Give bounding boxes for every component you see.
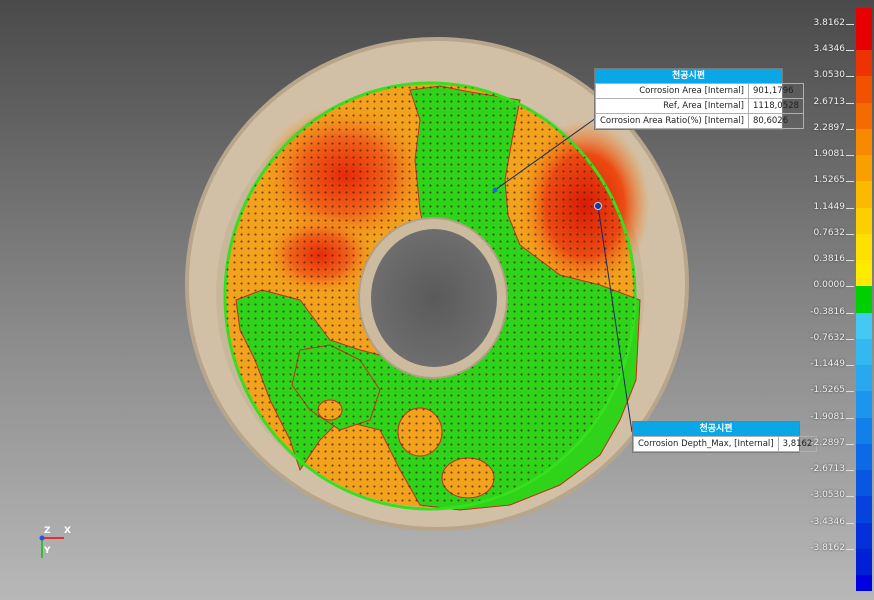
colorbar-tick-label: 3.4346 <box>813 44 846 55</box>
colorbar-segment <box>856 391 872 419</box>
colorbar-tick <box>846 207 854 209</box>
colorbar-segment <box>856 365 872 392</box>
color-scale-bar[interactable] <box>856 8 872 591</box>
colorbar-tick-label: -2.6713 <box>810 464 845 475</box>
colorbar-tick <box>846 522 854 524</box>
colorbar-tick <box>846 548 854 550</box>
colorbar-tick <box>846 312 854 314</box>
colorbar-tick <box>846 470 854 472</box>
ref-area-label: Ref, Area [Internal] <box>595 98 749 114</box>
colorbar-tick-label: -1.1449 <box>810 359 845 370</box>
colorbar-tick <box>846 338 854 340</box>
corrosion-ratio-label: Corrosion Area Ratio(%) [Internal] <box>595 113 749 129</box>
colorbar-tick <box>846 155 854 157</box>
table-row: Corrosion Area [Internal] 901,1796 <box>595 83 804 99</box>
colorbar-tick-label: 3.8162 <box>813 18 846 28</box>
z-axis-label: Z <box>44 526 51 536</box>
colorbar-segment <box>856 522 872 550</box>
colorbar-segment <box>856 470 872 497</box>
table-row: Ref, Area [Internal] 1118,0528 <box>595 98 804 114</box>
colorbar-tick-label: -0.7632 <box>810 332 845 343</box>
colorbar-segment <box>856 102 872 130</box>
corrosion-area-panel[interactable]: 천공시편 Corrosion Area [Internal] 901,1796 … <box>594 68 804 130</box>
colorbar-segment <box>856 76 872 104</box>
ref-area-value: 1118,0528 <box>747 98 804 114</box>
colorbar-segment <box>856 50 872 77</box>
colorbar-tick <box>846 365 854 367</box>
colorbar-tick-label: -2.2897 <box>810 437 845 448</box>
colorbar-tick <box>846 443 854 445</box>
x-axis-label: X <box>64 526 71 536</box>
colorbar-tick <box>846 181 854 183</box>
colorbar-tick-label: -0.3816 <box>810 306 845 317</box>
corrosion-area-table: Corrosion Area [Internal] 901,1796 Ref, … <box>595 83 804 129</box>
axis-triad: Z X Y <box>34 526 74 566</box>
colorbar-tick-label: 1.1449 <box>813 201 846 212</box>
colorbar-segment <box>856 24 872 51</box>
colorbar-segment <box>856 312 872 340</box>
colorbar-tick-label: -1.5265 <box>810 385 845 396</box>
colorbar-tick-label: 0.7632 <box>813 227 846 238</box>
colorbar-tick-label: -3.0530 <box>810 490 845 501</box>
colorbar-tick <box>846 260 854 262</box>
colorbar-tick <box>846 417 854 419</box>
colorbar-tick <box>846 102 854 104</box>
colorbar-tick <box>846 286 854 288</box>
corrosion-ratio-value: 80,6026 <box>747 113 804 129</box>
colorbar-tick-label: -3.8162 <box>810 542 845 553</box>
colorbar-segment <box>856 207 872 235</box>
colorbar-under-range <box>856 575 872 591</box>
panel-title: 천공시편 <box>595 69 782 83</box>
corrosion-depth-panel[interactable]: 천공시편 Corrosion Depth_Max, [Internal] 3,8… <box>632 421 818 453</box>
corrosion-depth-table: Corrosion Depth_Max, [Internal] 3,8162 <box>633 436 818 452</box>
max-depth-probe-point[interactable] <box>594 202 602 210</box>
colorbar-tick-label: 3.0530 <box>813 70 846 81</box>
area-probe-point[interactable] <box>492 187 498 193</box>
colorbar-segment <box>856 155 872 182</box>
colorbar-tick-label: -1.9081 <box>810 411 845 422</box>
corrosion-area-label: Corrosion Area [Internal] <box>595 83 749 99</box>
y-axis-label: Y <box>44 546 51 556</box>
colorbar-tick <box>846 50 854 52</box>
corrosion-area-value: 901,1796 <box>747 83 804 99</box>
colorbar-segment <box>856 548 872 576</box>
colorbar-segment <box>856 260 872 287</box>
colorbar-tick-label: -3.4346 <box>810 516 845 527</box>
colorbar-tick-label: 0.3816 <box>813 254 846 265</box>
colorbar-tick-label: 0.0000 <box>813 280 846 291</box>
table-row: Corrosion Area Ratio(%) [Internal] 80,60… <box>595 113 804 129</box>
colorbar-segment <box>856 443 872 471</box>
colorbar-tick-label: 1.5265 <box>813 175 846 186</box>
colorbar-segment <box>856 417 872 445</box>
colorbar-tick <box>846 128 854 130</box>
colorbar-tick <box>846 24 854 25</box>
colorbar-over-range <box>856 8 872 24</box>
colorbar-tick-label: 2.2897 <box>813 122 846 133</box>
colorbar-tick-label: 1.9081 <box>813 149 846 160</box>
colorbar-segment <box>856 181 872 209</box>
colorbar-tick <box>846 496 854 498</box>
colorbar-segment <box>856 128 872 156</box>
colorbar-tick <box>846 233 854 235</box>
colorbar-segment <box>856 233 872 261</box>
colorbar-tick <box>846 391 854 393</box>
colorbar-tick <box>846 76 854 78</box>
colorbar-segment <box>856 286 872 314</box>
depth-max-label: Corrosion Depth_Max, [Internal] <box>633 436 779 452</box>
inner-hole <box>358 217 508 379</box>
colorbar-segment <box>856 496 872 524</box>
z-axis-dot <box>39 535 45 541</box>
table-row: Corrosion Depth_Max, [Internal] 3,8162 <box>633 436 818 452</box>
panel-title: 천공시편 <box>633 422 799 436</box>
colorbar-segment <box>856 338 872 366</box>
colorbar-tick-label: 2.6713 <box>813 96 846 107</box>
